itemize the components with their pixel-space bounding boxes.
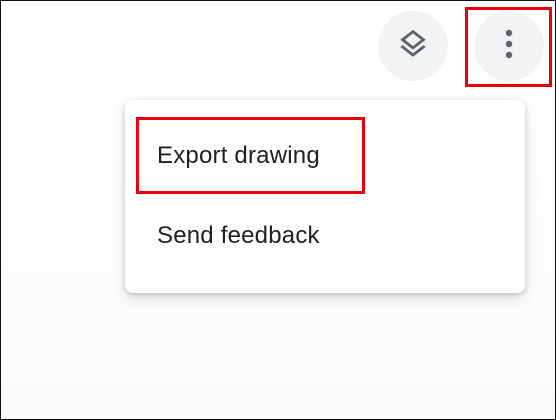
menu-item-send-feedback[interactable]: Send feedback [125, 196, 525, 276]
overflow-menu: Export drawing Send feedback [125, 100, 525, 293]
more-options-button[interactable] [474, 11, 544, 81]
more-vert-icon [503, 27, 515, 66]
menu-item-export-drawing[interactable]: Export drawing [125, 116, 525, 196]
menu-item-label: Send feedback [157, 222, 320, 249]
layers-icon [396, 27, 430, 66]
app-frame: Export drawing Send feedback [0, 0, 556, 420]
layers-button[interactable] [378, 11, 448, 81]
menu-item-label: Export drawing [157, 142, 320, 169]
